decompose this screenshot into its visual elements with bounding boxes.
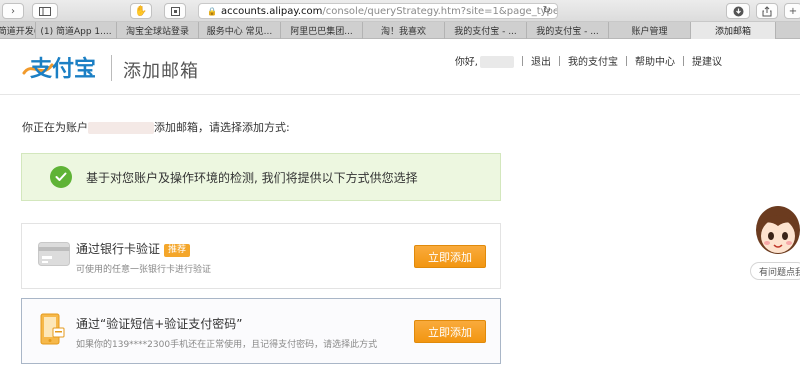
option-sms-password: 通过“验证短信+验证支付密码” 如果你的139****2300手机还在正常使用，… bbox=[21, 298, 501, 364]
option-title: 通过“验证短信+验证支付密码” bbox=[76, 317, 243, 331]
nav-logout-link[interactable]: 退出 bbox=[523, 53, 559, 68]
browser-tab[interactable]: 服务中心 常见... bbox=[199, 22, 281, 39]
site-header: 支付宝 添加邮箱 你好, 退出 我的支付宝 帮助中心 提建议 bbox=[0, 39, 800, 95]
sidebar-toggle-button[interactable] bbox=[32, 3, 58, 19]
download-icon bbox=[733, 6, 743, 16]
sidebar-icon bbox=[39, 6, 51, 16]
browser-tab[interactable]: 我的支付宝 - ... bbox=[527, 22, 609, 39]
nav-help-center-link[interactable]: 帮助中心 bbox=[627, 53, 683, 68]
security-notice: 基于对您账户及操作环境的检测, 我们将提供以下方式供您选择 bbox=[21, 153, 501, 201]
browser-tab[interactable]: 淘！我喜欢 bbox=[363, 22, 445, 39]
option-description: 可使用的任意一张银行卡进行验证 bbox=[76, 265, 212, 275]
page-title: 添加邮箱 bbox=[123, 61, 199, 82]
browser-tab[interactable]: 淘宝全球站登录 bbox=[117, 22, 199, 39]
extension-hand-button[interactable]: ✋ bbox=[130, 3, 152, 19]
logo-separator bbox=[111, 55, 112, 81]
logo-text: 支付宝 bbox=[30, 56, 96, 82]
option-bank-card: 通过银行卡验证 推荐 可使用的任意一张银行卡进行验证 立即添加 bbox=[21, 223, 501, 289]
help-bubble-button[interactable]: 有问题点我 bbox=[750, 262, 800, 280]
browser-tab[interactable]: (1) 简道App 1.... bbox=[36, 22, 117, 39]
url-path: /console/queryStrategy.htm?site=1&page_t… bbox=[322, 5, 557, 17]
account-prompt: 你正在为账户 添加邮箱，请选择添加方式: bbox=[22, 121, 290, 134]
share-button[interactable] bbox=[756, 3, 778, 19]
phone-sms-icon bbox=[40, 313, 65, 345]
downloads-button[interactable] bbox=[726, 3, 750, 19]
new-tab-button[interactable]: + bbox=[784, 3, 800, 19]
browser-tab[interactable]: 我的支付宝 - ... bbox=[445, 22, 527, 39]
plus-icon: + bbox=[788, 5, 798, 17]
lock-icon: 🔒 bbox=[207, 6, 217, 16]
help-bubble-label: 有问题点我 bbox=[759, 267, 800, 278]
browser-tab[interactable]: 简道开发( bbox=[0, 22, 36, 39]
check-circle-icon bbox=[50, 166, 72, 188]
option-title: 通过银行卡验证 推荐 bbox=[76, 240, 191, 257]
option-description: 如果你的139****2300手机还在正常使用，且记得支付密码，请选择此方式 bbox=[76, 340, 378, 350]
notice-text: 基于对您账户及操作环境的检测, 我们将提供以下方式供您选择 bbox=[86, 170, 418, 185]
browser-tab[interactable]: 账户管理 bbox=[609, 22, 691, 39]
browser-tab[interactable]: 添加邮箱 bbox=[691, 22, 776, 39]
recommended-badge: 推荐 bbox=[164, 244, 191, 257]
address-bar[interactable]: 🔒 accounts.alipay.com/console/queryStrat… bbox=[198, 3, 558, 19]
forward-button[interactable]: › bbox=[2, 3, 24, 19]
browser-toolbar: › ✋ 🔒 accounts.alipay.com/console/queryS… bbox=[0, 0, 800, 22]
nav-feedback-link[interactable]: 提建议 bbox=[684, 53, 730, 68]
square-icon bbox=[170, 6, 180, 16]
url-host: accounts.alipay.com bbox=[220, 5, 323, 17]
share-icon bbox=[762, 5, 772, 16]
reload-icon[interactable]: ↻ bbox=[543, 5, 551, 16]
username-redacted bbox=[480, 56, 514, 68]
extension-square-button[interactable] bbox=[164, 3, 186, 19]
bank-card-icon bbox=[38, 242, 70, 266]
account-redacted bbox=[88, 122, 154, 134]
alipay-logo[interactable]: 支付宝 bbox=[22, 51, 106, 83]
nav-my-alipay-link[interactable]: 我的支付宝 bbox=[560, 53, 626, 68]
hand-icon: ✋ bbox=[134, 5, 148, 17]
browser-tab[interactable]: 阿里巴巴集团... bbox=[281, 22, 363, 39]
tab-bar: 简道开发((1) 简道App 1.... 淘宝全球站登录 服务中心 常见... 阿里巴… bbox=[0, 22, 800, 39]
greeting: 你好, bbox=[447, 53, 522, 68]
add-via-bank-card-button[interactable]: 立即添加 bbox=[414, 245, 486, 268]
header-nav: 你好, 退出 我的支付宝 帮助中心 提建议 bbox=[447, 53, 730, 68]
add-via-sms-button[interactable]: 立即添加 bbox=[414, 320, 486, 343]
chevron-right-icon: › bbox=[11, 5, 15, 17]
